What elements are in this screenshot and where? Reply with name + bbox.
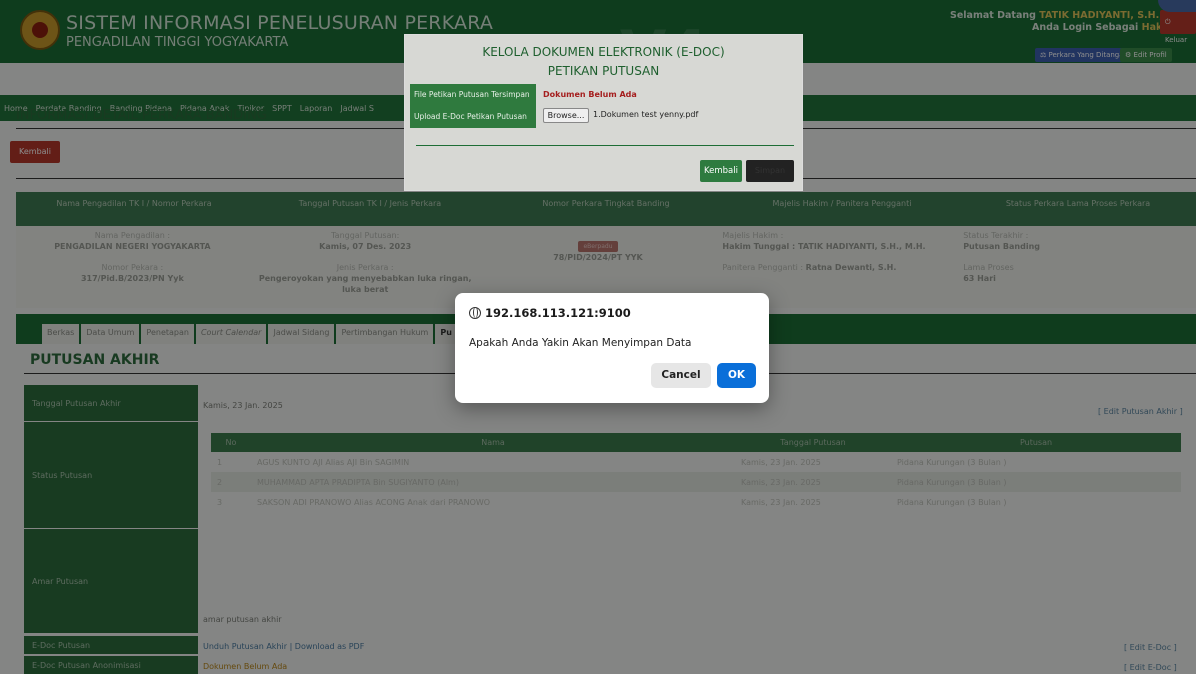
selected-file-name: 1.Dokumen test yenny.pdf [593,110,699,119]
edoc-divider [416,145,794,146]
edoc-simpan-button[interactable]: Simpan [746,160,794,182]
cancel-button[interactable]: Cancel [651,363,711,388]
edoc-modal-title: KELOLA DOKUMEN ELEKTRONIK (E-DOC) [482,45,725,59]
app-window: SISTEM INFORMASI PENELUSURAN PERKARA PEN… [0,0,1196,674]
globe-icon [469,307,481,319]
edoc-kembali-button[interactable]: Kembali [700,160,742,182]
edoc-modal-subtitle: PETIKAN PUTUSAN [547,64,660,78]
upload-edoc-label: Upload E-Doc Petikan Putusan [410,106,536,128]
browse-button[interactable]: Browse... [543,108,589,123]
dialog-host-text: 192.168.113.121:9100 [485,306,631,320]
file-tersimpan-value: Dokumen Belum Ada [543,90,637,99]
confirm-dialog: 192.168.113.121:9100 Apakah Anda Yakin A… [455,293,769,403]
file-tersimpan-label: File Petikan Putusan Tersimpan [410,84,536,106]
ok-button[interactable]: OK [717,363,756,388]
dialog-message: Apakah Anda Yakin Akan Menyimpan Data [469,337,692,349]
dialog-host: 192.168.113.121:9100 [469,306,631,320]
